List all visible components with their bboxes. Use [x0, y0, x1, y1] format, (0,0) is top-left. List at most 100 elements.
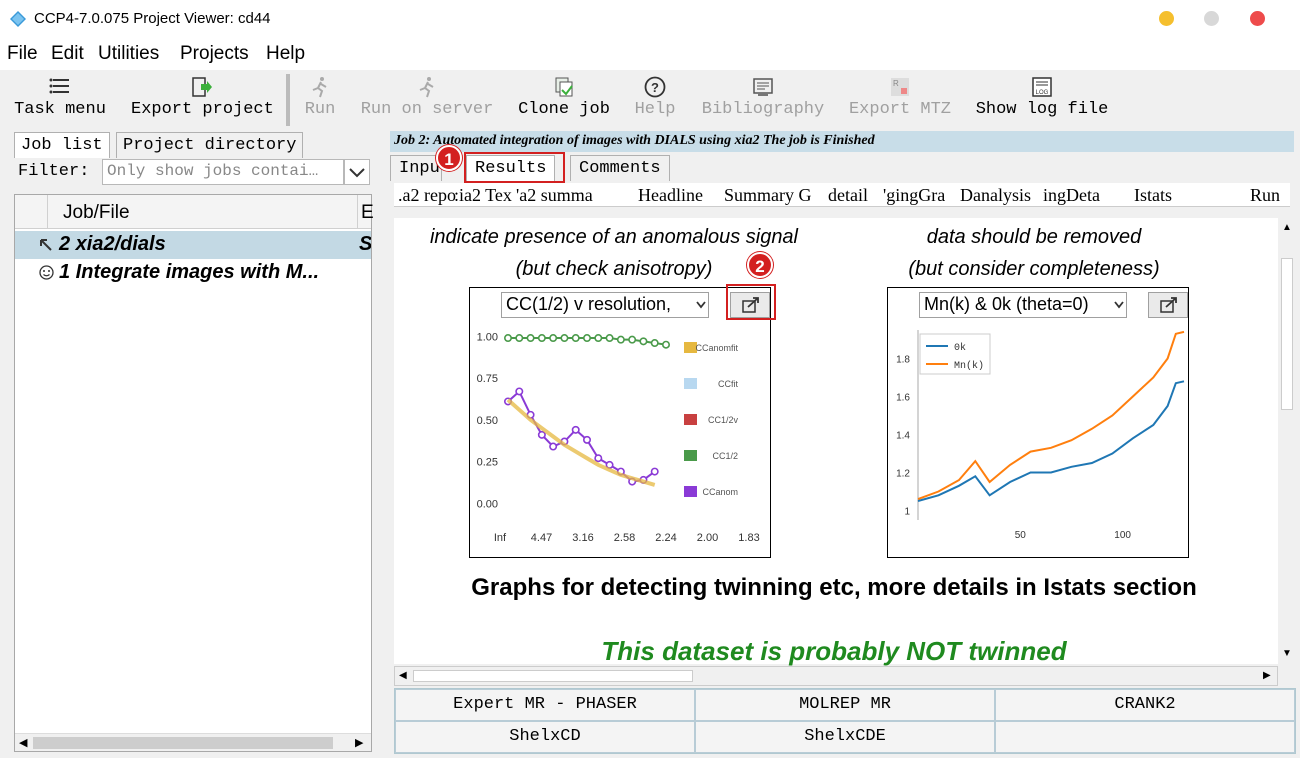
task-menu-button[interactable]: Task menu — [14, 76, 106, 128]
clone-job-label: Clone job — [518, 100, 610, 119]
chevron-down-icon — [696, 301, 706, 309]
subtab-headline[interactable]: Headline — [638, 185, 703, 206]
menu-utilities[interactable]: Utilities — [98, 43, 159, 65]
job-row-2[interactable]: 2 xia2/dials S — [15, 231, 371, 259]
data-point — [628, 335, 637, 344]
run-on-server-button[interactable]: Run on server — [360, 76, 494, 128]
results-horizontal-scrollbar[interactable]: ◀ ▶ — [394, 666, 1278, 686]
graph2-select-value: Mn(k) & 0k (theta=0) — [924, 294, 1089, 314]
subtab-data-analysis[interactable]: Danalysis — [960, 185, 1031, 206]
x-tick-label: 1.83 — [738, 532, 759, 544]
results-vertical-scrollbar[interactable]: ▲ ▼ — [1278, 218, 1296, 664]
run-label: Run — [304, 100, 336, 119]
clone-job-button[interactable]: Clone job — [517, 76, 611, 128]
data-point — [583, 334, 592, 343]
task-molrep-mr[interactable]: MOLREP MR — [695, 689, 995, 721]
export-project-button[interactable]: Export project — [131, 76, 274, 128]
graph2-select[interactable]: Mn(k) & 0k (theta=0) — [919, 292, 1127, 318]
job-row-1[interactable]: 1 Integrate images with M... — [15, 259, 371, 287]
show-log-file-label: Show log file — [975, 100, 1109, 119]
close-button[interactable] — [1250, 11, 1265, 26]
scroll-left-icon[interactable]: ◀ — [399, 670, 407, 681]
minimize-button[interactable] — [1159, 11, 1174, 26]
scroll-left-icon[interactable]: ◀ — [19, 736, 27, 749]
help-button[interactable]: ? Help — [633, 76, 677, 128]
data-point — [503, 334, 512, 343]
subtab-detail[interactable]: detail — [828, 185, 868, 206]
legend-label: 0k — [954, 342, 966, 354]
y-tick-label: 0.00 — [477, 498, 498, 510]
task-menu-label: Task menu — [14, 100, 106, 119]
filter-dropdown-button[interactable] — [344, 159, 370, 185]
tab-input[interactable]: Input — [390, 155, 442, 181]
arrow-icon — [40, 239, 52, 251]
chevron-down-icon — [349, 168, 365, 178]
y-tick-label: 0.50 — [477, 415, 498, 427]
menu-help[interactable]: Help — [266, 43, 305, 65]
legend-label: Mn(k) — [954, 360, 984, 372]
bibliography-button[interactable]: Bibliography — [701, 76, 825, 128]
data-point — [639, 337, 648, 346]
subtab-logging-graphs[interactable]: 'gingGra — [883, 185, 945, 206]
scroll-up-icon[interactable]: ▲ — [1282, 222, 1292, 233]
legend-label: CCanomfit — [695, 343, 738, 353]
scroll-thumb[interactable] — [413, 670, 693, 682]
scroll-thumb[interactable] — [33, 737, 333, 749]
y-tick-label: 1.6 — [896, 393, 910, 404]
tab-comments[interactable]: Comments — [570, 155, 670, 181]
maximize-button[interactable] — [1204, 11, 1219, 26]
svg-text:LOG: LOG — [1036, 90, 1049, 96]
legend-swatch — [684, 414, 697, 425]
data-point — [571, 425, 580, 434]
scroll-down-icon[interactable]: ▼ — [1282, 648, 1292, 659]
subtab-run[interactable]: Run — [1250, 185, 1280, 206]
y-tick-label: 1.00 — [477, 331, 498, 343]
filter-label: Filter: — [18, 162, 90, 181]
export-mtz-button[interactable]: R Export MTZ — [848, 76, 952, 128]
export-project-icon — [192, 77, 212, 97]
data-point — [537, 334, 546, 343]
data-point — [537, 430, 546, 439]
data-point — [583, 435, 592, 444]
subtab-istats[interactable]: Istats — [1134, 185, 1172, 206]
graph2-popout-button[interactable] — [1148, 292, 1188, 318]
filter-input[interactable]: Only show jobs contai… — [102, 159, 344, 185]
subtab-xia2-report[interactable]: .a2 repo — [398, 185, 456, 206]
menu-edit[interactable]: Edit — [51, 43, 84, 65]
subtab-xia2-summary[interactable]: 'a2 summa — [516, 185, 593, 206]
scroll-thumb[interactable] — [1281, 258, 1293, 410]
next-task-grid: Expert MR - PHASER MOLREP MR CRANK2 Shel… — [394, 688, 1296, 754]
results-content: indicate presence of an anomalous signal… — [394, 218, 1278, 666]
run-button[interactable]: Run — [302, 76, 338, 128]
menu-file[interactable]: File — [7, 43, 38, 65]
legend-label: CCanom — [702, 487, 738, 497]
job-status: S — [359, 233, 371, 256]
title-bar: CCP4-7.0.075 Project Viewer: cd44 — [0, 0, 1300, 38]
task-shelxcde[interactable]: ShelxCDE — [695, 721, 995, 753]
task-expert-mr-phaser[interactable]: Expert MR - PHASER — [395, 689, 695, 721]
subtab-logging-details[interactable]: ingDeta — [1043, 185, 1100, 206]
left-pane: Job list Project directory Filter: Only … — [0, 130, 384, 758]
y-tick-label: 1.2 — [896, 469, 910, 480]
job-tree-horizontal-scrollbar[interactable]: ◀ ▶ — [15, 733, 371, 751]
tab-job-list[interactable]: Job list — [14, 132, 110, 158]
scroll-right-icon[interactable]: ▶ — [1263, 670, 1271, 681]
popout-highlight-box — [726, 284, 776, 320]
scroll-right-icon[interactable]: ▶ — [355, 736, 363, 749]
show-log-file-button[interactable]: LOG Show log file — [975, 76, 1109, 128]
run-icon — [312, 77, 327, 98]
x-tick-label: 4.47 — [531, 532, 552, 544]
series-line-0k — [917, 380, 1185, 502]
second-column-header[interactable]: E — [361, 202, 374, 224]
svg-text:?: ? — [651, 80, 659, 95]
task-crank2[interactable]: CRANK2 — [995, 689, 1295, 721]
graph1-select[interactable]: CC(1/2) v resolution, — [501, 292, 709, 318]
subtab-xia2-text[interactable]: :ia2 Tex — [454, 185, 512, 206]
job-file-column-header[interactable]: Job/File — [63, 202, 130, 224]
task-shelxcd[interactable]: ShelxCD — [395, 721, 695, 753]
tab-project-directory[interactable]: Project directory — [116, 132, 304, 158]
data-point — [549, 442, 558, 451]
menu-projects[interactable]: Projects — [180, 43, 249, 65]
data-point — [662, 340, 671, 349]
subtab-summary-graphs[interactable]: Summary G — [724, 185, 812, 206]
